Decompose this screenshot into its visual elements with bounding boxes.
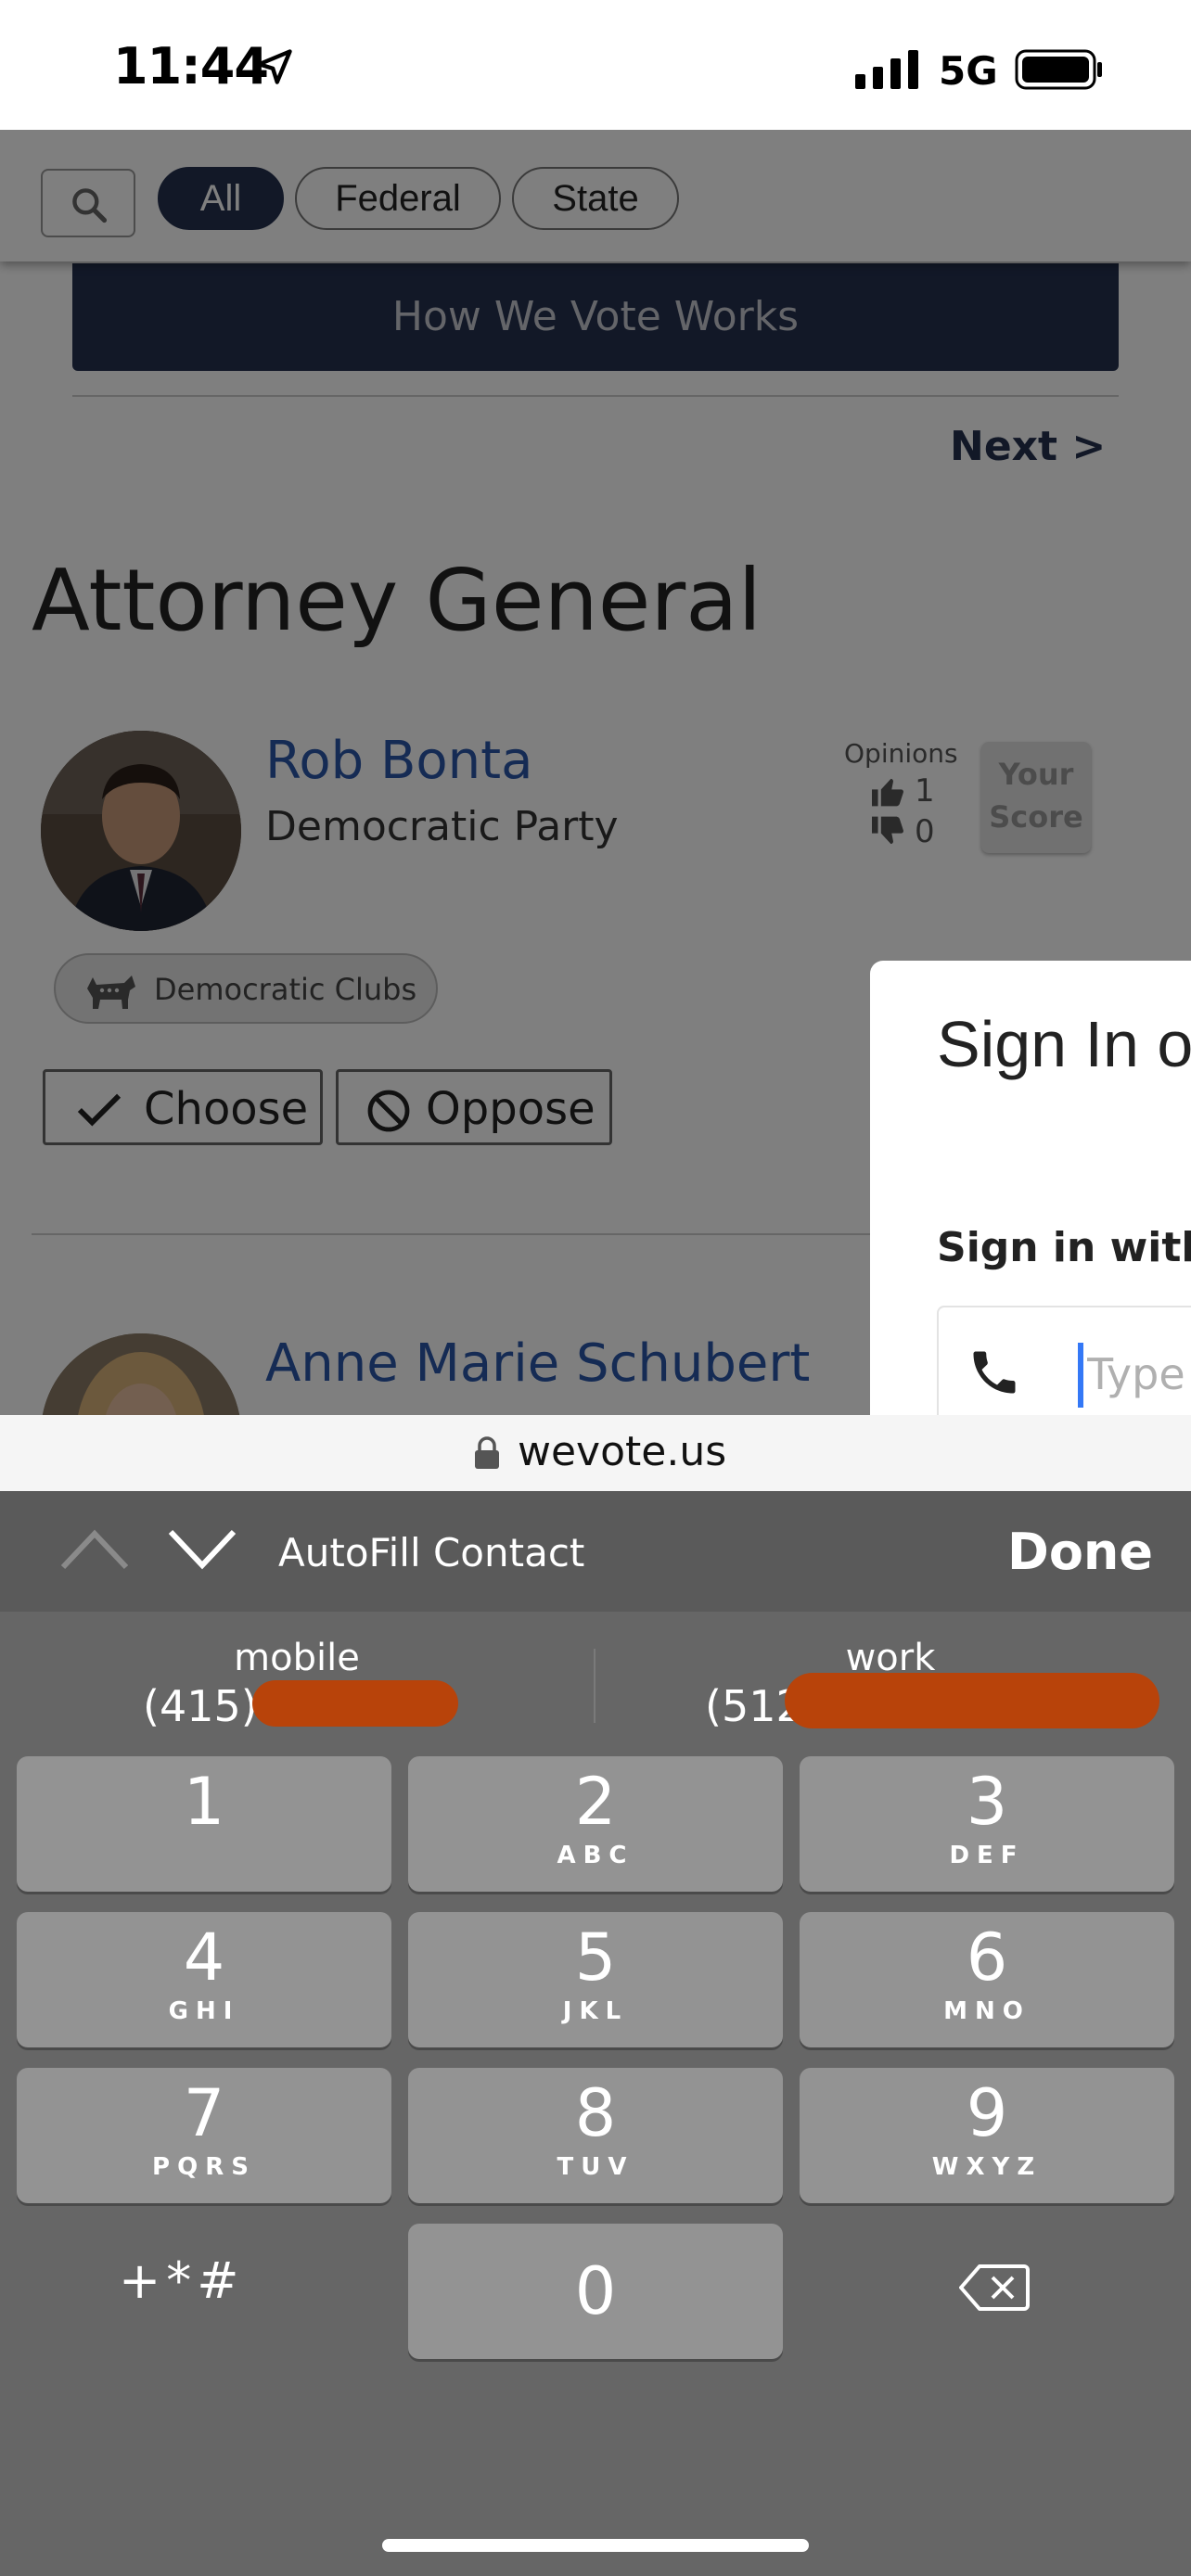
status-time: 11:44 (113, 37, 269, 96)
lock-icon (475, 1436, 499, 1469)
key-9[interactable]: 9 WXYZ (800, 2068, 1174, 2203)
battery-icon (1015, 49, 1102, 90)
done-button[interactable]: Done (1007, 1523, 1153, 1581)
network-label: 5G (939, 48, 998, 94)
home-indicator[interactable] (382, 2539, 809, 2552)
chevron-down-icon[interactable] (165, 1524, 239, 1575)
address-text: wevote.us (518, 1428, 727, 1475)
key-7[interactable]: 7 PQRS (17, 2068, 391, 2203)
phone-icon (973, 1351, 1016, 1394)
dialog-title: Sign In o (937, 1008, 1191, 1080)
web-content: All Federal State How We Vote Works Next… (0, 130, 1191, 1415)
address-bar[interactable]: wevote.us (0, 1415, 1191, 1491)
key-5[interactable]: 5 JKL (408, 1912, 783, 2047)
key-8[interactable]: 8 TUV (408, 2068, 783, 2203)
sign-in-dialog: Sign In o Sign in with (870, 961, 1191, 1415)
symbols-key[interactable]: +*# (119, 2251, 245, 2310)
text-caret (1078, 1343, 1083, 1408)
status-bar: 11:44 5G (0, 0, 1191, 130)
key-4[interactable]: 4 GHI (17, 1912, 391, 2047)
numeric-keyboard: mobile (415) work (512) 1 2 ABC 3 DEF 4 GHI… (0, 1612, 1191, 2576)
key-1[interactable]: 1 (17, 1756, 391, 1892)
key-6[interactable]: 6 MNO (800, 1912, 1174, 2047)
delete-backspace-icon[interactable] (959, 2263, 1030, 2313)
keyboard-toolbar: AutoFill Contact Done (0, 1491, 1191, 1612)
key-0[interactable]: 0 (408, 2224, 783, 2359)
dialog-subtitle: Sign in with (937, 1224, 1191, 1271)
phone-field[interactable] (937, 1306, 1191, 1415)
autofill-contact-button[interactable]: AutoFill Contact (278, 1530, 584, 1575)
key-2[interactable]: 2 ABC (408, 1756, 783, 1892)
key-3[interactable]: 3 DEF (800, 1756, 1174, 1892)
redaction-mark (252, 1680, 458, 1727)
signal-bars-icon (855, 50, 918, 89)
phone-input[interactable] (1087, 1345, 1191, 1404)
location-arrow-icon (257, 49, 292, 84)
suggestion-divider (594, 1649, 596, 1723)
chevron-up-icon[interactable] (58, 1524, 132, 1575)
redaction-mark (785, 1673, 1159, 1728)
